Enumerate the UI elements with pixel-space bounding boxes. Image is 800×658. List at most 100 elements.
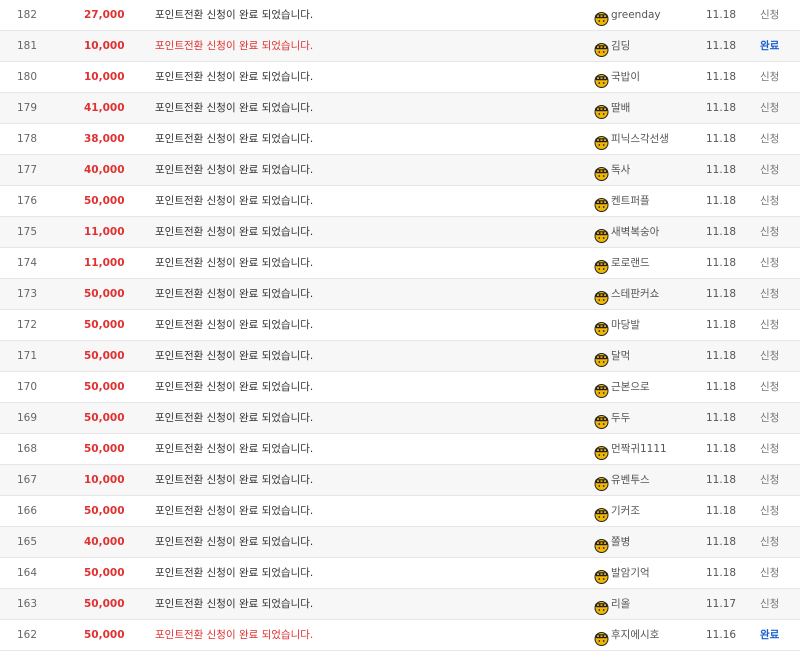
author[interactable]: 유벤투스 (594, 465, 650, 495)
table-row[interactable]: 180 10,000 포인트전환 신청이 완료 되었습니다. 국밥이 11.18 신청 (0, 62, 800, 93)
author[interactable]: 근본으로 (594, 372, 650, 402)
author[interactable]: 김딩 (594, 31, 630, 61)
subject-link[interactable]: 포인트전환 신청이 완료 되었습니다. (155, 186, 313, 216)
subject-link[interactable]: 포인트전환 신청이 완료 되었습니다. (155, 589, 313, 619)
author-name[interactable]: 딸배 (611, 102, 630, 114)
table-row[interactable]: 170 50,000 포인트전환 신청이 완료 되었습니다. 근본으로 11.18 신청 (0, 372, 800, 403)
helmet-avatar-icon (594, 349, 609, 367)
author[interactable]: 기커조 (594, 496, 640, 526)
point-amount: 50,000 (84, 443, 125, 455)
author-name[interactable]: 국밥이 (611, 71, 640, 83)
author-name[interactable]: 발암기억 (611, 567, 650, 579)
author-name[interactable]: 로로랜드 (611, 257, 650, 269)
row-number: 167 (17, 474, 38, 486)
author-name[interactable]: 켄트퍼플 (611, 195, 650, 207)
author[interactable]: 발암기억 (594, 558, 650, 588)
subject-link[interactable]: 포인트전환 신청이 완료 되었습니다. (155, 155, 313, 185)
table-row[interactable]: 163 50,000 포인트전환 신청이 완료 되었습니다. 리올 11.17 신청 (0, 589, 800, 620)
table-row[interactable]: 179 41,000 포인트전환 신청이 완료 되었습니다. 딸배 11.18 신청 (0, 93, 800, 124)
table-row[interactable]: 166 50,000 포인트전환 신청이 완료 되었습니다. 기커조 11.18 신청 (0, 496, 800, 527)
author[interactable]: 쫄병 (594, 527, 630, 557)
table-row[interactable]: 171 50,000 포인트전환 신청이 완료 되었습니다. 달먹 11.18 신청 (0, 341, 800, 372)
subject-link[interactable]: 포인트전환 신청이 완료 되었습니다. (155, 248, 313, 278)
subject-link[interactable]: 포인트전환 신청이 완료 되었습니다. (155, 434, 313, 464)
author[interactable]: 국밥이 (594, 62, 640, 92)
subject-link[interactable]: 포인트전환 신청이 완료 되었습니다. (155, 496, 313, 526)
author-name[interactable]: 새벽복숭아 (611, 226, 659, 238)
subject-link[interactable]: 포인트전환 신청이 완료 되었습니다. (155, 0, 313, 30)
table-row[interactable]: 175 11,000 포인트전환 신청이 완료 되었습니다. 새벽복숭아 11.18 신청 (0, 217, 800, 248)
subject-link[interactable]: 포인트전환 신청이 완료 되었습니다. (155, 279, 313, 309)
subject-link[interactable]: 포인트전환 신청이 완료 되었습니다. (155, 558, 313, 588)
subject-link[interactable]: 포인트전환 신청이 완료 되었습니다. (155, 372, 313, 402)
author-name[interactable]: 근본으로 (611, 381, 650, 393)
author-name[interactable]: 스테판커쇼 (611, 288, 659, 300)
table-row[interactable]: 174 11,000 포인트전환 신청이 완료 되었습니다. 로로랜드 11.18 신청 (0, 248, 800, 279)
author-name[interactable]: 후지에시호 (611, 629, 659, 641)
table-row[interactable]: 177 40,000 포인트전환 신청이 완료 되었습니다. 독사 11.18 신청 (0, 155, 800, 186)
table-row[interactable]: 162 50,000 포인트전환 신청이 완료 되었습니다. 후지에시호 11.16 완료 (0, 620, 800, 651)
table-row[interactable]: 181 10,000 포인트전환 신청이 완료 되었습니다. 김딩 11.18 완료 (0, 31, 800, 62)
table-row[interactable]: 167 10,000 포인트전환 신청이 완료 되었습니다. 유벤투스 11.18 신청 (0, 465, 800, 496)
author-name[interactable]: 쫄병 (611, 536, 630, 548)
author[interactable]: 두두 (594, 403, 630, 433)
author-name[interactable]: 피닉스각선생 (611, 133, 669, 145)
table-row[interactable]: 182 27,000 포인트전환 신청이 완료 되었습니다. greenday 11.1… (0, 0, 800, 31)
table-row[interactable]: 165 40,000 포인트전환 신청이 완료 되었습니다. 쫄병 11.18 신청 (0, 527, 800, 558)
author-name[interactable]: 마당발 (611, 319, 640, 331)
author-name[interactable]: 기커조 (611, 505, 640, 517)
author-name[interactable]: 리올 (611, 598, 630, 610)
subject-link[interactable]: 포인트전환 신청이 완료 되었습니다. (155, 217, 313, 247)
subject-link[interactable]: 포인트전환 신청이 완료 되었습니다. (155, 527, 313, 557)
row-number: 170 (17, 381, 38, 393)
row-number: 177 (17, 164, 38, 176)
author[interactable]: 새벽복숭아 (594, 217, 659, 247)
table-row[interactable]: 176 50,000 포인트전환 신청이 완료 되었습니다. 켄트퍼플 11.18 신청 (0, 186, 800, 217)
author-name[interactable]: 김딩 (611, 40, 630, 52)
post-date: 11.18 (706, 71, 737, 83)
author[interactable]: 달먹 (594, 341, 630, 371)
post-date: 11.18 (706, 226, 737, 238)
row-number: 172 (17, 319, 38, 331)
table-row[interactable]: 169 50,000 포인트전환 신청이 완료 되었습니다. 두두 11.18 신청 (0, 403, 800, 434)
table-row[interactable]: 178 38,000 포인트전환 신청이 완료 되었습니다. 피닉스각선생 11.18 신… (0, 124, 800, 155)
table-row[interactable]: 172 50,000 포인트전환 신청이 완료 되었습니다. 마당발 11.18 신청 (0, 310, 800, 341)
status-badge: 신청 (760, 319, 780, 331)
table-row[interactable]: 168 50,000 포인트전환 신청이 완료 되었습니다. 먼짝귀1111 11.18… (0, 434, 800, 465)
subject-link[interactable]: 포인트전환 신청이 완료 되었습니다. (155, 403, 313, 433)
subject-link[interactable]: 포인트전환 신청이 완료 되었습니다. (155, 62, 313, 92)
subject-link[interactable]: 포인트전환 신청이 완료 되었습니다. (155, 310, 313, 340)
author-name[interactable]: 두두 (611, 412, 630, 424)
author[interactable]: 먼짝귀1111 (594, 434, 667, 464)
status-badge: 신청 (760, 288, 780, 300)
author[interactable]: 켄트퍼플 (594, 186, 650, 216)
author-name[interactable]: 먼짝귀1111 (611, 443, 667, 455)
subject-link[interactable]: 포인트전환 신청이 완료 되었습니다. (155, 465, 313, 495)
author[interactable]: greenday (594, 0, 661, 30)
subject-link[interactable]: 포인트전환 신청이 완료 되었습니다. (155, 93, 313, 123)
subject-link[interactable]: 포인트전환 신청이 완료 되었습니다. (155, 124, 313, 154)
table-row[interactable]: 164 50,000 포인트전환 신청이 완료 되었습니다. 발암기억 11.18 신청 (0, 558, 800, 589)
helmet-avatar-icon (594, 101, 609, 119)
author[interactable]: 딸배 (594, 93, 630, 123)
author[interactable]: 마당발 (594, 310, 640, 340)
point-amount: 50,000 (84, 288, 125, 300)
author[interactable]: 로로랜드 (594, 248, 650, 278)
author-name[interactable]: 유벤투스 (611, 474, 650, 486)
status-badge: 신청 (760, 598, 780, 610)
author[interactable]: 피닉스각선생 (594, 124, 669, 154)
post-date: 11.18 (706, 164, 737, 176)
post-date: 11.16 (706, 629, 737, 641)
subject-link[interactable]: 포인트전환 신청이 완료 되었습니다. (155, 31, 313, 61)
subject-link[interactable]: 포인트전환 신청이 완료 되었습니다. (155, 341, 313, 371)
author-name[interactable]: 달먹 (611, 350, 630, 362)
author[interactable]: 리올 (594, 589, 630, 619)
status-badge: 신청 (760, 164, 780, 176)
subject-link[interactable]: 포인트전환 신청이 완료 되었습니다. (155, 620, 313, 650)
author[interactable]: 독사 (594, 155, 630, 185)
table-row[interactable]: 173 50,000 포인트전환 신청이 완료 되었습니다. 스테판커쇼 11.18 신청 (0, 279, 800, 310)
author[interactable]: 후지에시호 (594, 620, 659, 650)
author-name[interactable]: greenday (611, 9, 661, 21)
author[interactable]: 스테판커쇼 (594, 279, 659, 309)
author-name[interactable]: 독사 (611, 164, 630, 176)
